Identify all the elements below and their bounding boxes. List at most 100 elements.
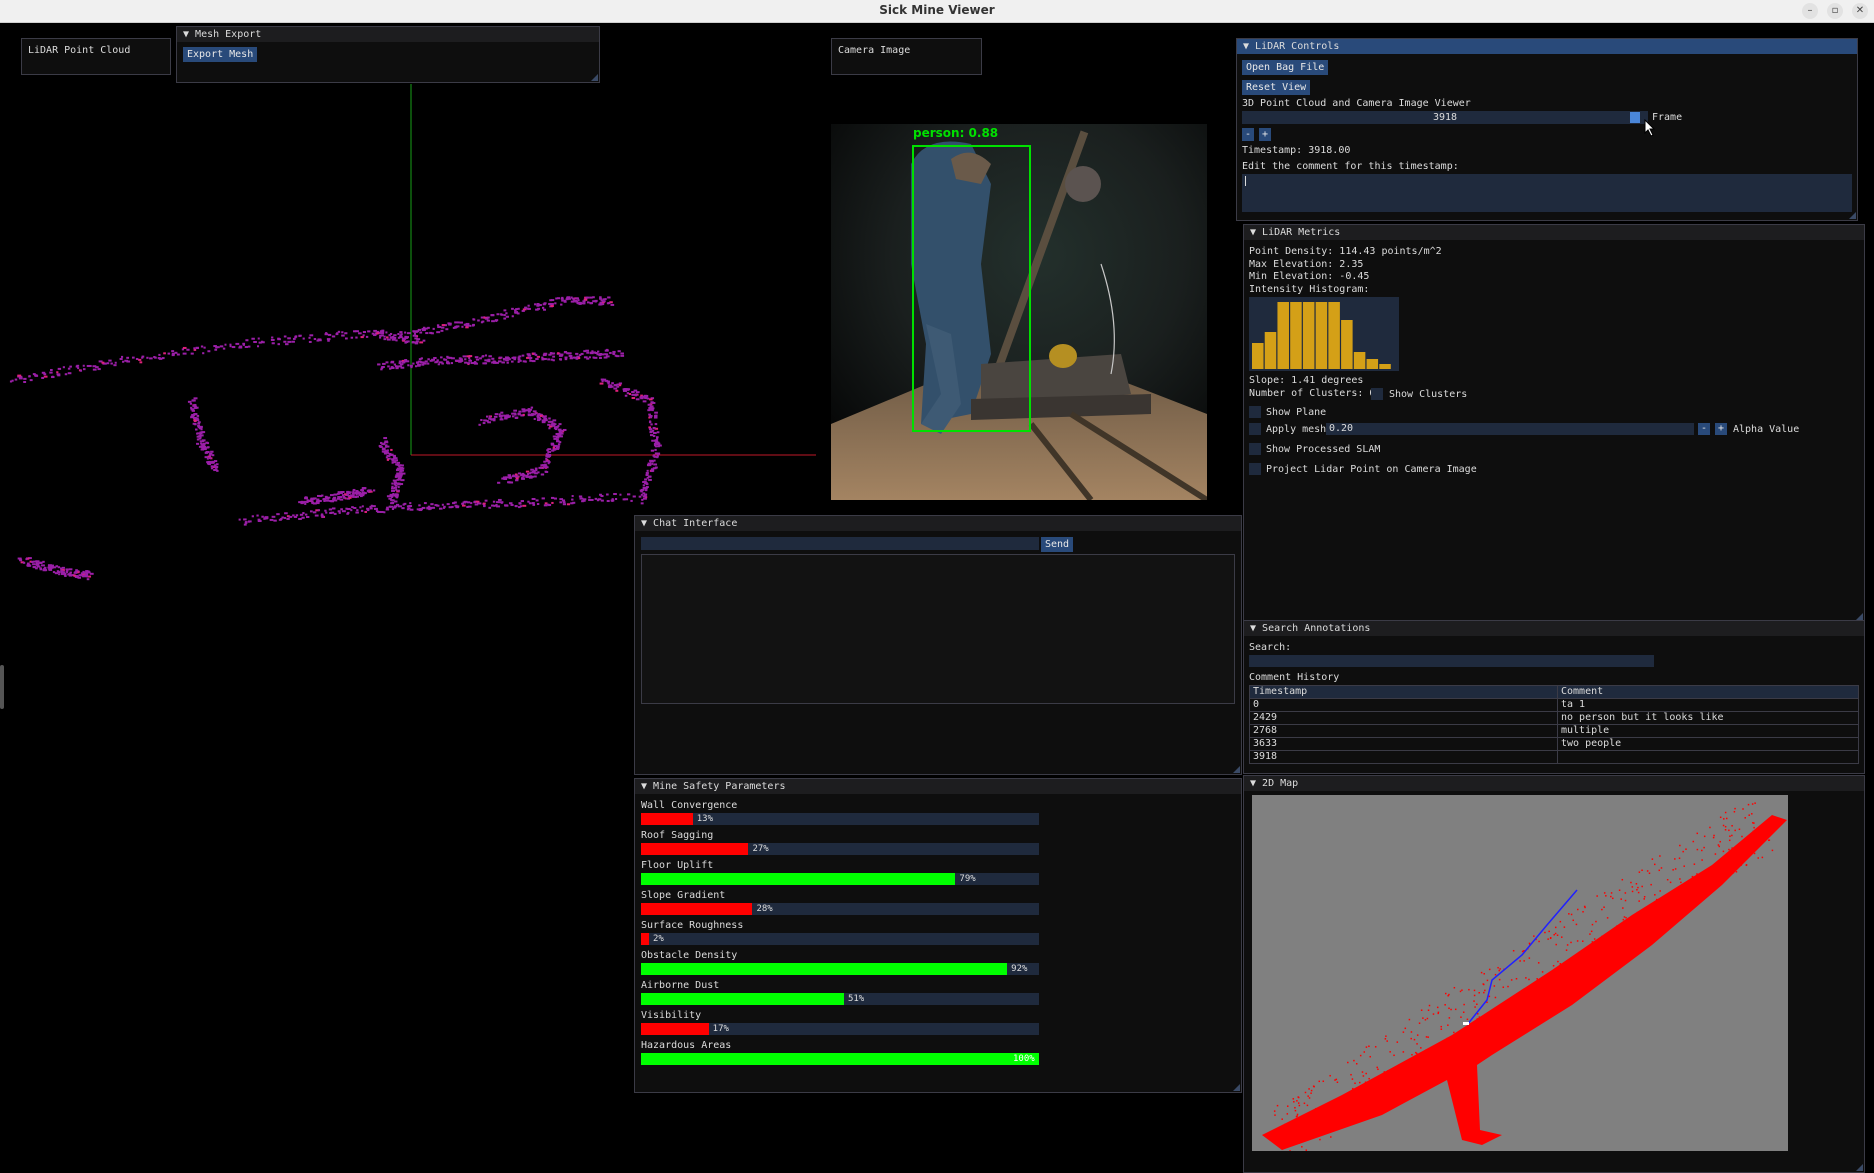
map-2d-canvas[interactable] — [1252, 795, 1788, 1151]
lidar-controls-window[interactable]: ▼ LiDAR Controls Open Bag File Reset Vie… — [1236, 38, 1858, 221]
map-2d-header[interactable]: ▼ 2D Map — [1244, 776, 1864, 791]
point-cloud-point — [513, 358, 517, 361]
map-point — [1460, 1016, 1462, 1018]
lidar-metrics-window[interactable]: ▼ LiDAR Metrics Point Density: 114.43 po… — [1243, 224, 1865, 622]
apply-mesh-checkbox[interactable] — [1249, 423, 1261, 435]
map-point — [1410, 1031, 1413, 1033]
resize-grip[interactable] — [1233, 1084, 1240, 1091]
show-plane-checkbox[interactable] — [1249, 406, 1261, 418]
safety-progress-bar: 100% — [641, 1053, 1039, 1065]
point-cloud-point — [404, 331, 407, 334]
point-cloud-point — [69, 571, 72, 574]
collapse-arrow-icon[interactable]: ▼ — [1243, 41, 1255, 52]
point-cloud-point — [466, 362, 470, 365]
alpha-value-input[interactable]: 0.20 — [1326, 423, 1694, 435]
point-cloud-point — [139, 361, 143, 364]
lidar-controls-header[interactable]: ▼ LiDAR Controls — [1237, 39, 1857, 54]
point-cloud-point — [551, 352, 555, 355]
point-cloud-point — [542, 354, 547, 357]
comment-textarea[interactable] — [1242, 174, 1852, 212]
point-cloud-point — [518, 410, 522, 413]
col-comment[interactable]: Comment — [1558, 686, 1603, 698]
alpha-decrement-button[interactable]: - — [1698, 423, 1711, 435]
resize-grip[interactable] — [1233, 766, 1240, 773]
point-cloud-point — [11, 379, 14, 382]
point-cloud-point — [88, 571, 91, 574]
frame-slider[interactable]: 3918 — [1242, 111, 1648, 124]
lidar-point-cloud-window[interactable]: LiDAR Point Cloud — [21, 38, 171, 75]
search-header[interactable]: ▼ Search Annotations — [1244, 621, 1864, 636]
send-button[interactable]: Send — [1041, 537, 1074, 552]
chat-history[interactable] — [641, 554, 1235, 704]
search-annotations-window[interactable]: ▼ Search Annotations Search: Comment His… — [1243, 620, 1865, 774]
mine-safety-header[interactable]: ▼ Mine Safety Parameters — [635, 779, 1241, 794]
collapse-arrow-icon[interactable]: ▼ — [641, 518, 653, 529]
map-point — [1566, 944, 1569, 946]
point-cloud-point — [533, 418, 536, 421]
export-mesh-button[interactable]: Export Mesh — [183, 47, 258, 62]
table-row[interactable]: 2429 no person but it looks like — [1249, 712, 1859, 725]
frame-decrement-button[interactable]: - — [1242, 128, 1255, 141]
resize-grip[interactable] — [1856, 1164, 1863, 1171]
point-cloud-point — [606, 380, 610, 383]
show-clusters-checkbox[interactable] — [1371, 388, 1383, 400]
minimize-button[interactable]: – — [1802, 3, 1818, 19]
map-point — [1459, 990, 1462, 993]
point-cloud-point — [474, 356, 479, 359]
table-row[interactable]: 0 ta 1 — [1249, 699, 1859, 712]
frame-increment-button[interactable]: + — [1259, 128, 1272, 141]
open-bag-button[interactable]: Open Bag File — [1242, 60, 1329, 75]
collapse-arrow-icon[interactable]: ▼ — [183, 29, 195, 40]
point-cloud-point — [560, 303, 563, 306]
search-input[interactable] — [1249, 655, 1654, 667]
resize-grip[interactable] — [1849, 212, 1856, 219]
close-button[interactable]: ✕ — [1852, 3, 1868, 19]
mine-safety-window[interactable]: ▼ Mine Safety Parameters Wall Convergenc… — [634, 778, 1242, 1093]
point-cloud-point — [207, 350, 211, 353]
table-row[interactable]: 3633 two people — [1249, 738, 1859, 751]
table-row[interactable]: 3918 — [1249, 751, 1859, 764]
lidar-metrics-header[interactable]: ▼ LiDAR Metrics — [1244, 225, 1864, 240]
point-cloud-point — [339, 498, 344, 501]
frame-value: 3918 — [1432, 112, 1458, 123]
map-point — [1335, 1114, 1338, 1116]
show-slam-checkbox[interactable] — [1249, 443, 1261, 455]
slider-grab[interactable] — [1630, 112, 1640, 123]
map-point — [1718, 845, 1721, 848]
map-point — [1287, 1141, 1290, 1143]
resize-grip[interactable] — [1856, 613, 1863, 620]
point-cloud-point — [427, 362, 430, 365]
reset-view-button[interactable]: Reset View — [1242, 80, 1311, 95]
chat-interface-window[interactable]: ▼ Chat Interface Send — [634, 515, 1242, 775]
alpha-increment-button[interactable]: + — [1715, 423, 1728, 435]
map-point — [1724, 811, 1727, 814]
collapse-arrow-icon[interactable]: ▼ — [1250, 778, 1262, 789]
point-cloud-point — [135, 357, 139, 360]
resize-grip[interactable] — [591, 74, 598, 81]
collapse-arrow-icon[interactable]: ▼ — [1250, 623, 1262, 634]
mesh-export-header[interactable]: ▼ Mesh Export — [177, 27, 599, 42]
left-edge-handle[interactable] — [0, 665, 4, 709]
project-lidar-checkbox[interactable] — [1249, 463, 1261, 475]
point-cloud-point — [546, 454, 549, 457]
mesh-export-window[interactable]: ▼ Mesh Export Export Mesh — [176, 26, 600, 83]
collapse-arrow-icon[interactable]: ▼ — [1250, 227, 1262, 238]
point-cloud-point — [79, 369, 83, 372]
point-cloud-point — [497, 481, 501, 484]
map-point — [1523, 960, 1525, 962]
col-timestamp[interactable]: Timestamp — [1250, 686, 1558, 698]
map-2d-window[interactable]: ▼ 2D Map — [1243, 775, 1865, 1173]
point-cloud-point — [498, 413, 501, 416]
map-point — [1480, 1027, 1483, 1029]
map-point — [1332, 1126, 1335, 1128]
point-cloud-point — [504, 504, 509, 507]
point-cloud-point — [555, 426, 559, 429]
map-point — [1312, 1115, 1314, 1117]
chat-header[interactable]: ▼ Chat Interface — [635, 516, 1241, 531]
point-cloud-point — [78, 574, 81, 577]
chat-input[interactable] — [641, 537, 1039, 550]
collapse-arrow-icon[interactable]: ▼ — [641, 781, 653, 792]
maximize-button[interactable]: ▫ — [1827, 3, 1843, 19]
table-row[interactable]: 2768 multiple — [1249, 725, 1859, 738]
camera-image-window[interactable]: Camera Image — [831, 38, 982, 75]
